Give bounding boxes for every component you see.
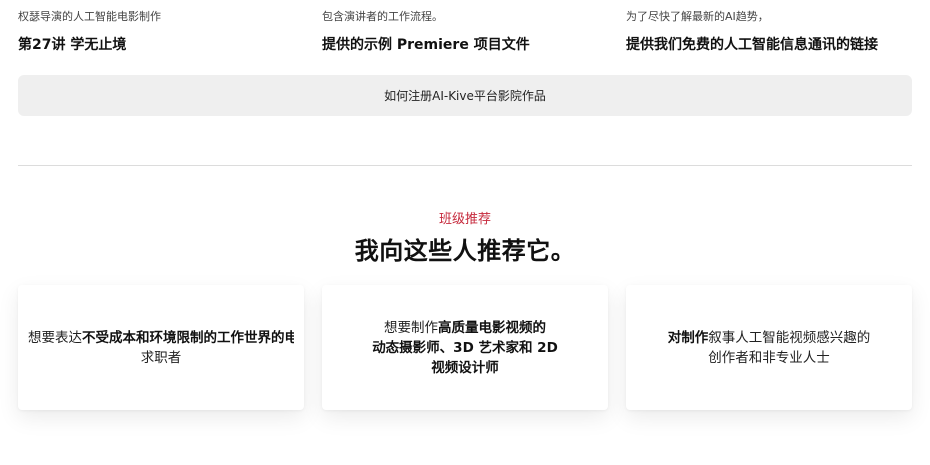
feature-item-newsletter: 为了尽快了解最新的AI趋势， 提供我们免费的人工智能信息通讯的链接 [626,0,916,54]
card-text-bold: 高质量电影视频的 [437,319,546,336]
registration-banner-button[interactable]: 如何注册AI-Kive平台影院作品 [18,75,912,116]
card-text: 想要表达不受成本和环境限制的工作世界的电 求职者 [28,328,294,368]
recommendation-card-creators: 想要表达不受成本和环境限制的工作世界的电 求职者 [18,285,304,410]
card-text-bold: 对制作 [667,329,709,346]
recommendation-card-ai-enthusiasts: 对制作叙事人工智能视频感兴趣的 创作者和非专业人士 [626,285,912,410]
feature-title: 提供我们免费的人工智能信息通讯的链接 [626,37,878,53]
feature-title: 第27讲 学无止境 [18,37,127,53]
feature-title: 提供的示例 Premiere 项目文件 [322,37,530,53]
feature-item-project-files: 包含演讲者的工作流程。 提供的示例 Premiere 项目文件 [322,0,612,54]
card-text-regular: 想要表达 [28,329,82,346]
card-text: 对制作叙事人工智能视频感兴趣的 创作者和非专业人士 [668,328,871,368]
card-text-line2: 求职者 [140,349,182,366]
section-eyebrow: 班级推荐 [438,212,491,227]
feature-subtitle: 包含演讲者的工作流程。 [322,10,443,23]
card-text-regular: 叙事人工智能视频感兴趣的 [708,329,871,346]
card-text-regular: 想要制作 [383,319,438,336]
section-heading: 我向这些人推荐它。 [354,237,576,265]
card-text-line2: 创作者和非专业人士 [708,349,830,366]
card-text-bold: 不受成本和环境限制的工作世界的电 [82,329,294,346]
feature-subtitle: 权瑟导演的人工智能电影制作 [18,10,161,23]
card-text-line2: 动态摄影师、3D 艺术家和 2D [372,339,558,356]
feature-row: 权瑟导演的人工智能电影制作 第27讲 学无止境 包含演讲者的工作流程。 提供的示… [18,0,912,60]
recommendation-card-motion-designers: 想要制作高质量电影视频的 动态摄影师、3D 艺术家和 2D 视频设计师 [322,285,608,410]
card-text: 想要制作高质量电影视频的 动态摄影师、3D 艺术家和 2D 视频设计师 [372,318,558,378]
feature-subtitle: 为了尽快了解最新的AI趋势， [626,10,769,23]
section-divider [18,165,912,166]
feature-item-lectures: 权瑟导演的人工智能电影制作 第27讲 学无止境 [18,0,308,54]
card-text-line3: 视频设计师 [431,359,499,376]
